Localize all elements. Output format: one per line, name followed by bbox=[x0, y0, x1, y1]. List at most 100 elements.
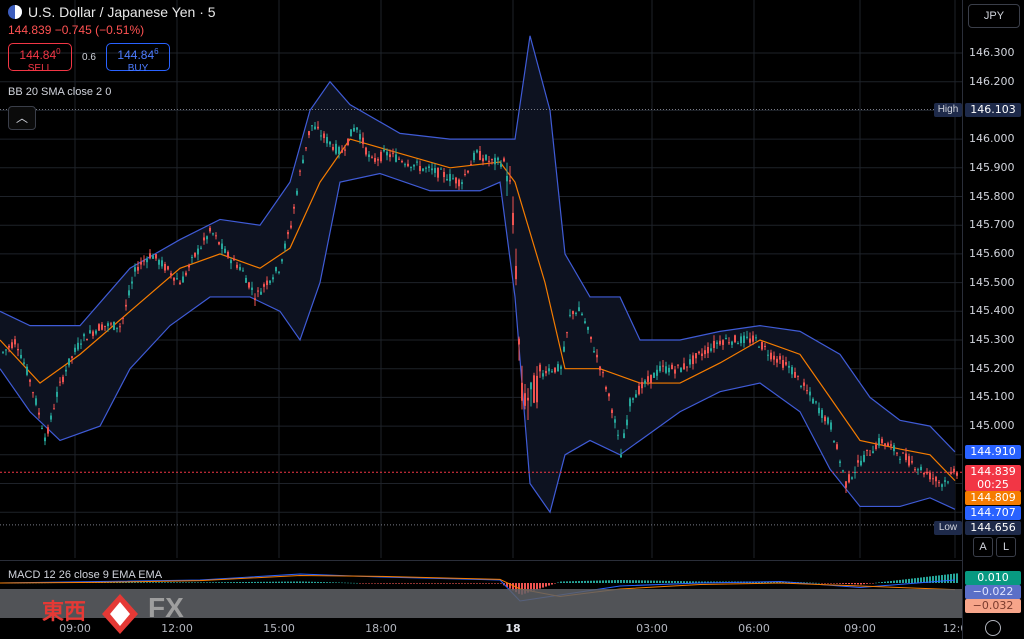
current-price-value: 144.839 bbox=[970, 465, 1016, 479]
candle-body bbox=[701, 353, 703, 357]
candle-body bbox=[425, 167, 427, 169]
candle-body bbox=[335, 143, 337, 154]
sell-button[interactable]: 144.840 SELL bbox=[8, 43, 72, 74]
macd-histogram-bar bbox=[491, 583, 493, 584]
candle-body bbox=[491, 159, 493, 161]
macd-histogram-bar bbox=[143, 582, 145, 583]
candle-body bbox=[389, 154, 391, 158]
candle-body bbox=[533, 375, 535, 403]
candle-body bbox=[848, 474, 850, 483]
settings-gear-icon[interactable] bbox=[985, 620, 1001, 636]
macd-histogram-bar bbox=[347, 582, 349, 584]
macd-histogram-bar bbox=[914, 578, 916, 583]
buy-button[interactable]: 144.846 BUY bbox=[106, 43, 170, 74]
macd-histogram-bar bbox=[374, 583, 376, 584]
macd-histogram-bar bbox=[206, 582, 208, 583]
macd-histogram-bar bbox=[215, 582, 217, 583]
candle-body bbox=[59, 381, 61, 383]
macd-histogram-bar bbox=[608, 580, 610, 583]
candle-body bbox=[527, 397, 529, 401]
macd-histogram-bar bbox=[278, 581, 280, 583]
candle-body bbox=[872, 451, 874, 454]
macd-histogram-bar bbox=[842, 583, 844, 584]
candle-body bbox=[218, 242, 220, 245]
candle-body bbox=[365, 147, 367, 155]
candle-body bbox=[797, 375, 799, 377]
candle-body bbox=[593, 351, 595, 353]
candle-body bbox=[875, 444, 877, 450]
high-price-label: 146.103 bbox=[965, 102, 1021, 117]
macd-histogram-bar bbox=[410, 583, 412, 584]
bar-countdown: 00:25 bbox=[977, 478, 1009, 492]
candle-body bbox=[833, 440, 835, 443]
candle-body bbox=[917, 469, 919, 471]
macd-histogram-bar bbox=[647, 580, 649, 583]
macd-histogram-bar bbox=[572, 581, 574, 583]
macd-label[interactable]: MACD 12 26 close 9 EMA EMA bbox=[8, 569, 162, 581]
macd-histogram-bar bbox=[908, 578, 910, 583]
candle-body bbox=[605, 387, 607, 390]
candle-body bbox=[665, 366, 667, 373]
macd-histogram-bar bbox=[473, 583, 475, 584]
candle-body bbox=[428, 166, 430, 168]
candle-body bbox=[344, 149, 346, 151]
macd-histogram-bar bbox=[848, 583, 850, 585]
macd-histogram-bar bbox=[539, 583, 541, 589]
bollinger-bands-label[interactable]: BB 20 SMA close 2 0 bbox=[8, 86, 111, 98]
candle-body bbox=[599, 366, 601, 371]
low-tag: Low bbox=[934, 521, 962, 536]
candle-body bbox=[71, 356, 73, 358]
macd-histogram-bar bbox=[227, 582, 229, 583]
candle-body bbox=[224, 248, 226, 253]
macd-histogram-bar bbox=[356, 582, 358, 584]
macd-histogram-bar bbox=[416, 583, 418, 584]
macd-histogram-bar bbox=[293, 581, 295, 583]
macd-histogram-bar bbox=[809, 582, 811, 584]
macd-histogram-bar bbox=[311, 581, 313, 583]
auto-scale-button[interactable]: A bbox=[973, 537, 993, 557]
macd-histogram-bar bbox=[569, 581, 571, 583]
candle-body bbox=[929, 472, 931, 480]
symbol-title[interactable]: U.S. Dollar / Japanese Yen · 5 bbox=[28, 4, 216, 20]
candle-body bbox=[710, 348, 712, 351]
candle-body bbox=[497, 157, 499, 161]
macd-histogram-bar bbox=[875, 582, 877, 584]
macd-histogram-bar bbox=[575, 581, 577, 583]
candle-body bbox=[230, 260, 232, 264]
candle-body bbox=[92, 331, 94, 336]
main-chart-pane[interactable]: U.S. Dollar / Japanese Yen · 5 144.839 −… bbox=[0, 0, 962, 558]
candle-body bbox=[830, 422, 832, 430]
candle-body bbox=[263, 284, 265, 287]
candle-body bbox=[149, 253, 151, 259]
log-scale-button[interactable]: L bbox=[996, 537, 1016, 557]
macd-histogram-bar bbox=[413, 583, 415, 584]
macd-histogram-bar bbox=[551, 583, 553, 585]
macd-histogram-bar bbox=[557, 582, 559, 584]
macd-histogram-bar bbox=[326, 582, 328, 583]
macd-histogram-bar bbox=[665, 580, 667, 583]
macd-histogram-bar bbox=[911, 578, 913, 583]
price-tick-label: 145.700 bbox=[969, 218, 1015, 232]
candle-body bbox=[152, 255, 154, 259]
macd-histogram-bar bbox=[158, 582, 160, 583]
macd-histogram-bar bbox=[641, 580, 643, 583]
time-tick-label: 03:00 bbox=[636, 622, 668, 635]
candle-body bbox=[662, 365, 664, 367]
macd-histogram-bar bbox=[869, 583, 871, 584]
price-chart-svg[interactable] bbox=[0, 0, 962, 558]
candle-body bbox=[209, 227, 211, 232]
macd-histogram-bar bbox=[260, 581, 262, 583]
candle-body bbox=[515, 265, 517, 280]
candle-body bbox=[656, 369, 658, 376]
candle-body bbox=[800, 385, 802, 387]
candle-body bbox=[818, 407, 820, 414]
macd-histogram-bar bbox=[218, 582, 220, 583]
candle-body bbox=[488, 160, 490, 162]
candle-body bbox=[284, 243, 286, 249]
candle-body bbox=[734, 335, 736, 343]
bb-upper-price-label: 144.910 bbox=[965, 444, 1021, 459]
collapse-legend-button[interactable]: ︿ bbox=[8, 106, 36, 130]
currency-selector[interactable]: JPY bbox=[968, 4, 1020, 28]
candle-body bbox=[524, 393, 526, 406]
high-tag: High bbox=[934, 102, 962, 117]
